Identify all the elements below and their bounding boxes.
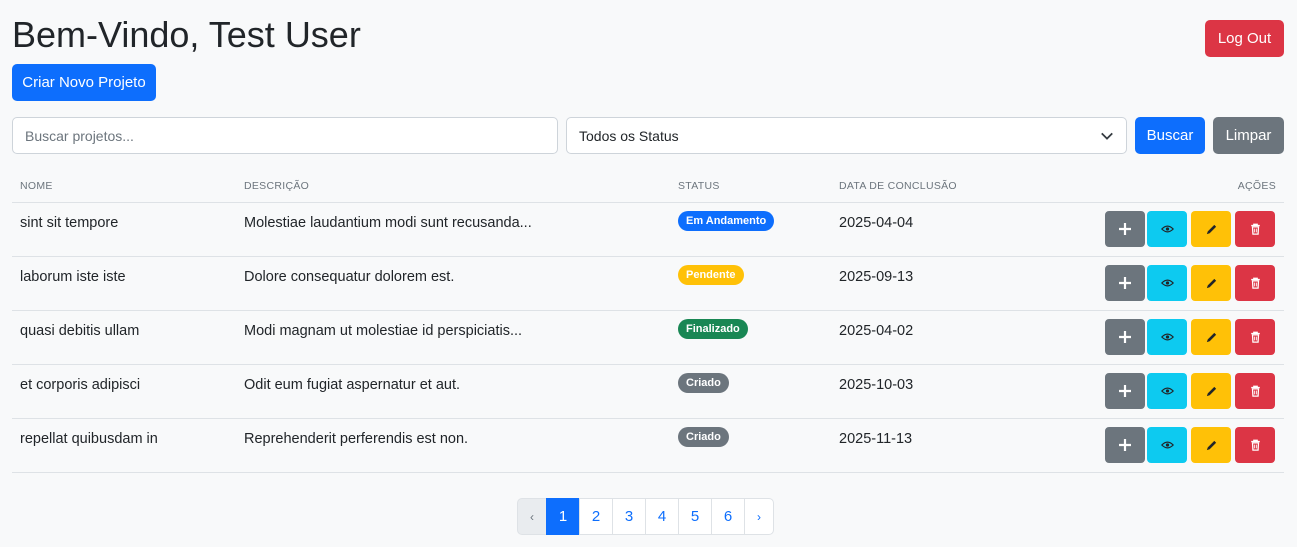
plus-icon: [1118, 330, 1132, 344]
pencil-icon: [1205, 331, 1218, 344]
project-name: et corporis adipisci: [20, 377, 141, 393]
status-badge: Pendente: [678, 265, 744, 285]
add-task-button[interactable]: [1105, 373, 1145, 409]
table-row: laborum iste iste Dolore consequatur dolo…: [12, 257, 1284, 311]
page-3[interactable]: 3: [612, 498, 646, 535]
edit-button[interactable]: [1191, 373, 1231, 409]
pencil-icon: [1205, 223, 1218, 236]
completion-date: 2025-04-04: [839, 215, 914, 231]
trash-icon: [1250, 277, 1261, 289]
column-header-status: STATUS: [678, 180, 720, 192]
page-6[interactable]: 6: [711, 498, 745, 535]
logout-button[interactable]: Log Out: [1205, 20, 1284, 57]
view-button[interactable]: [1147, 211, 1187, 247]
delete-button[interactable]: [1235, 319, 1275, 355]
trash-icon: [1250, 223, 1261, 235]
status-select[interactable]: Todos os Status: [566, 117, 1127, 154]
eye-icon: [1160, 386, 1174, 396]
table-row: repellat quibusdam in Reprehenderit perfe…: [12, 419, 1284, 473]
add-task-button[interactable]: [1105, 427, 1145, 463]
page-5[interactable]: 5: [678, 498, 712, 535]
edit-button[interactable]: [1191, 211, 1231, 247]
page-2[interactable]: 2: [579, 498, 613, 535]
pencil-icon: [1205, 385, 1218, 398]
status-badge: Criado: [678, 427, 729, 447]
delete-button[interactable]: [1235, 211, 1275, 247]
add-task-button[interactable]: [1105, 211, 1145, 247]
view-button[interactable]: [1147, 373, 1187, 409]
pagination: ‹ 1 2 3 4 5 6 ›: [517, 498, 774, 535]
plus-icon: [1118, 384, 1132, 398]
view-button[interactable]: [1147, 427, 1187, 463]
view-button[interactable]: [1147, 319, 1187, 355]
eye-icon: [1160, 440, 1174, 450]
table-row: et corporis adipisci Odit eum fugiat aspe…: [12, 365, 1284, 419]
project-description: Modi magnam ut molestiae id perspiciatis…: [244, 323, 523, 339]
create-project-button[interactable]: Criar Novo Projeto: [12, 64, 156, 101]
edit-button[interactable]: [1191, 319, 1231, 355]
delete-button[interactable]: [1235, 373, 1275, 409]
project-description: Molestiae laudantium modi sunt recusanda…: [244, 215, 532, 231]
clear-button[interactable]: Limpar: [1213, 117, 1284, 154]
eye-icon: [1160, 224, 1174, 234]
completion-date: 2025-10-03: [839, 377, 914, 393]
project-description: Odit eum fugiat aspernatur et aut.: [244, 377, 461, 393]
status-select-value: Todos os Status: [579, 127, 679, 144]
status-badge: Criado: [678, 373, 729, 393]
search-button[interactable]: Buscar: [1135, 117, 1205, 154]
edit-button[interactable]: [1191, 265, 1231, 301]
column-header-name: NOME: [20, 180, 53, 192]
table-header: NOME DESCRIÇÃO STATUS DATA DE CONCLUSÃO …: [12, 170, 1284, 203]
add-task-button[interactable]: [1105, 265, 1145, 301]
page-next[interactable]: ›: [744, 498, 774, 535]
project-name: sint sit tempore: [20, 215, 119, 231]
delete-button[interactable]: [1235, 427, 1275, 463]
completion-date: 2025-11-13: [839, 431, 913, 447]
plus-icon: [1118, 222, 1132, 236]
chevron-down-icon: [1101, 132, 1113, 140]
project-name: repellat quibusdam in: [20, 431, 158, 447]
search-input[interactable]: [12, 117, 558, 154]
edit-button[interactable]: [1191, 427, 1231, 463]
completion-date: 2025-09-13: [839, 269, 914, 285]
pencil-icon: [1205, 439, 1218, 452]
pencil-icon: [1205, 277, 1218, 290]
add-task-button[interactable]: [1105, 319, 1145, 355]
completion-date: 2025-04-02: [839, 323, 914, 339]
delete-button[interactable]: [1235, 265, 1275, 301]
page-1[interactable]: 1: [546, 498, 580, 535]
trash-icon: [1250, 331, 1261, 343]
trash-icon: [1250, 439, 1261, 451]
table-row: quasi debitis ullam Modi magnam ut molest…: [12, 311, 1284, 365]
eye-icon: [1160, 278, 1174, 288]
table-row: sint sit tempore Molestiae laudantium mod…: [12, 203, 1284, 257]
page-prev[interactable]: ‹: [517, 498, 547, 535]
column-header-date: DATA DE CONCLUSÃO: [839, 180, 957, 192]
column-header-description: DESCRIÇÃO: [244, 180, 310, 192]
view-button[interactable]: [1147, 265, 1187, 301]
page-title: Bem-Vindo, Test User: [12, 14, 361, 55]
status-badge: Finalizado: [678, 319, 748, 339]
eye-icon: [1160, 332, 1174, 342]
project-name: laborum iste iste: [20, 269, 126, 285]
page-4[interactable]: 4: [645, 498, 679, 535]
trash-icon: [1250, 385, 1261, 397]
status-badge: Em Andamento: [678, 211, 775, 231]
project-description: Dolore consequatur dolorem est.: [244, 269, 455, 285]
project-description: Reprehenderit perferendis est non.: [244, 431, 469, 447]
project-name: quasi debitis ullam: [20, 323, 140, 339]
plus-icon: [1118, 276, 1132, 290]
column-header-actions: AÇÕES: [1237, 180, 1276, 192]
plus-icon: [1118, 438, 1132, 452]
